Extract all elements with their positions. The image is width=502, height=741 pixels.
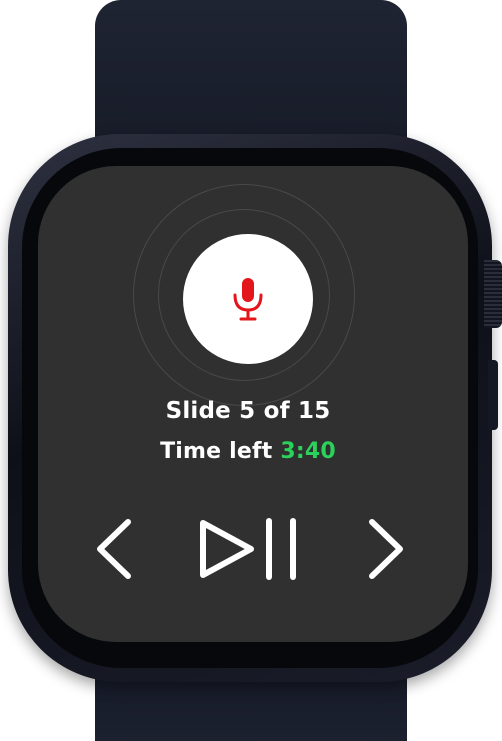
time-left-value: 3:40 (280, 439, 336, 464)
microphone-icon (228, 275, 268, 323)
watch-stage: Slide 5 of 15 Time left 3:40 (0, 0, 502, 741)
previous-slide-button[interactable] (90, 516, 142, 582)
time-left-label: Time left (160, 439, 273, 464)
digital-crown[interactable] (484, 260, 502, 328)
time-remaining: Time left 3:40 (38, 439, 458, 464)
microphone-button[interactable] (183, 234, 313, 364)
play-pause-button[interactable] (194, 516, 304, 582)
chevron-left-icon (97, 519, 131, 579)
play-pause-icon (200, 518, 296, 580)
slide-counter: Slide 5 of 15 (165, 398, 331, 424)
watch-screen: Slide 5 of 15 Time left 3:40 (38, 166, 468, 642)
chevron-right-icon (369, 519, 403, 579)
side-button[interactable] (488, 360, 498, 430)
next-slide-button[interactable] (358, 516, 410, 582)
